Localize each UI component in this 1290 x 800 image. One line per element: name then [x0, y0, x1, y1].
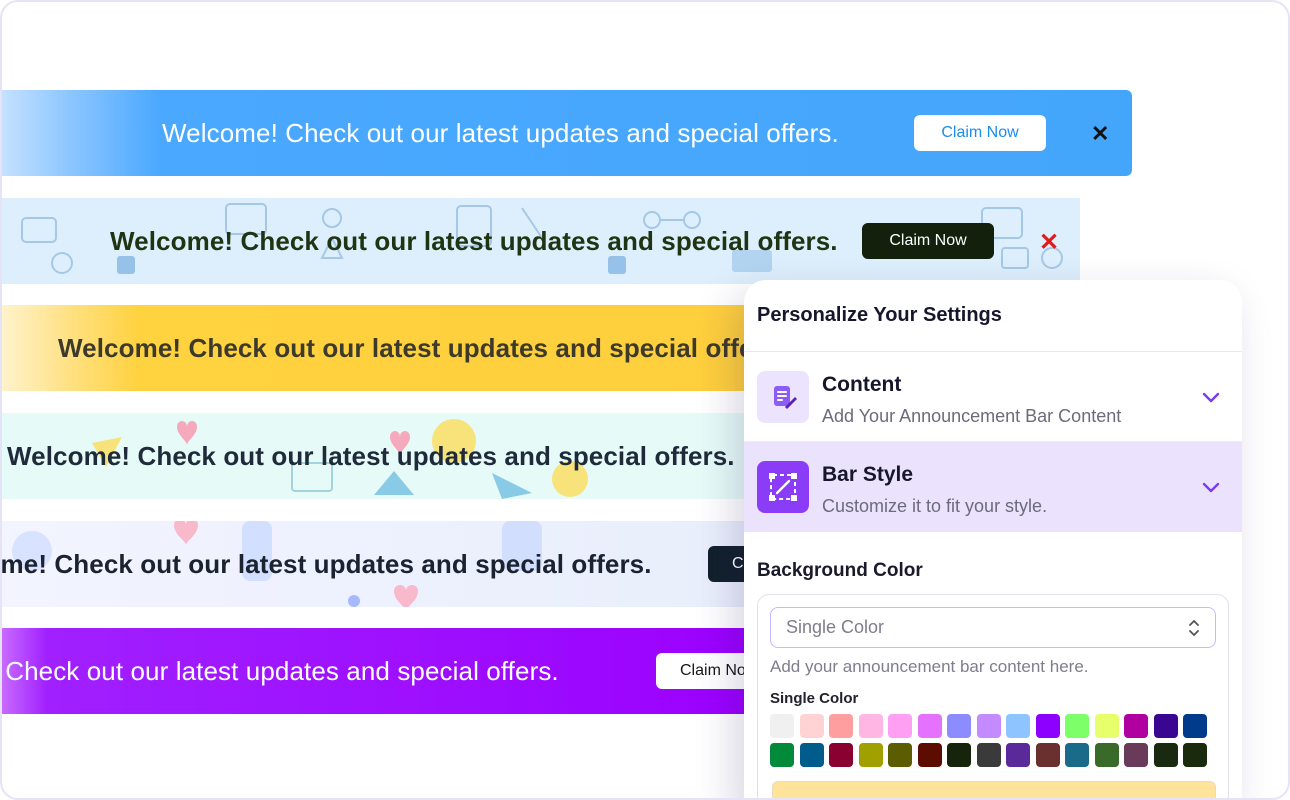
close-icon[interactable]: ✕ [1091, 121, 1109, 147]
color-swatch[interactable] [1183, 714, 1207, 738]
color-swatch[interactable] [917, 714, 942, 738]
section-title: Bar Style [822, 463, 914, 486]
bar-message: come! Check out our latest updates and s… [2, 548, 652, 579]
announcement-bar-blue: Welcome! Check out our latest updates an… [2, 90, 1132, 176]
chevron-down-icon[interactable] [1200, 386, 1222, 408]
section-subtitle: Customize it to fit your style. [822, 496, 1048, 516]
color-swatch[interactable] [1094, 714, 1119, 738]
color-swatch[interactable] [770, 743, 794, 767]
background-color-heading: Background Color [757, 560, 923, 581]
announcement-bar-yellow: Welcome! Check out our latest updates an… [2, 305, 762, 391]
banner-showcase: Welcome! Check out our latest updates an… [0, 0, 1290, 800]
background-type-select[interactable]: Single Color [770, 607, 1216, 648]
color-swatch[interactable] [917, 743, 942, 767]
claim-now-button[interactable]: Claim Now [862, 223, 994, 259]
color-swatch[interactable] [947, 743, 971, 767]
color-swatch[interactable] [1124, 714, 1148, 738]
color-swatch[interactable] [799, 714, 824, 738]
color-swatch[interactable] [976, 714, 1001, 738]
section-bar-style[interactable]: Bar Style Customize it to fit your style… [744, 442, 1242, 532]
color-swatch[interactable] [1153, 714, 1178, 738]
announcement-bar-social-pattern: come! Check out our latest updates and s… [2, 521, 762, 607]
background-color-box: Single Color Add your announcement bar c… [757, 594, 1229, 798]
color-swatch[interactable] [1124, 743, 1148, 767]
swatch-label: Single Color [770, 690, 859, 707]
color-swatch[interactable] [888, 714, 912, 738]
document-edit-icon [757, 371, 809, 423]
settings-panel: Personalize Your Settings Content Add Yo… [744, 280, 1242, 798]
selected-color-preview [772, 781, 1216, 798]
panel-title: Personalize Your Settings [744, 280, 1242, 352]
color-swatch[interactable] [1065, 743, 1089, 767]
announcement-bar-pattern-light: Welcome! Check out our latest updates an… [2, 198, 1080, 284]
bar-message: Welcome! Check out our latest updates an… [162, 117, 839, 148]
color-swatch[interactable] [1006, 714, 1030, 738]
color-swatch[interactable] [829, 743, 853, 767]
color-swatch[interactable] [976, 743, 1001, 767]
color-swatch[interactable] [799, 743, 824, 767]
layout-design-icon [757, 461, 809, 513]
color-swatch[interactable] [1153, 743, 1178, 767]
color-swatch[interactable] [1183, 743, 1207, 767]
color-swatch[interactable] [770, 714, 794, 738]
section-title: Content [822, 373, 902, 396]
updown-arrow-icon [1189, 619, 1199, 637]
announcement-bar-emoji-pattern: Welcome! Check out our latest updates an… [2, 413, 762, 499]
color-swatch[interactable] [1035, 714, 1060, 738]
select-value: Single Color [786, 617, 885, 637]
color-swatch[interactable] [947, 714, 971, 738]
color-swatch[interactable] [858, 714, 883, 738]
color-swatch[interactable] [888, 743, 912, 767]
color-swatch[interactable] [1006, 743, 1030, 767]
hint-text: Add your announcement bar content here. [770, 657, 1089, 676]
color-swatch[interactable] [829, 714, 853, 738]
color-swatch[interactable] [858, 743, 883, 767]
announcement-bar-purple: e! Check out our latest updates and spec… [2, 628, 762, 714]
bar-message: Welcome! Check out our latest updates an… [110, 225, 838, 256]
claim-now-button[interactable]: Claim Now [914, 115, 1046, 151]
section-content[interactable]: Content Add Your Announcement Bar Conten… [744, 352, 1242, 442]
color-swatch[interactable] [1065, 714, 1089, 738]
bar-message: Welcome! Check out our latest updates an… [7, 440, 735, 471]
color-swatch[interactable] [1035, 743, 1060, 767]
section-subtitle: Add Your Announcement Bar Content [822, 406, 1122, 426]
bar-message: Welcome! Check out our latest updates an… [58, 332, 762, 363]
close-icon[interactable]: ✕ [1039, 228, 1059, 257]
chevron-down-icon[interactable] [1200, 476, 1222, 498]
color-swatch[interactable] [1094, 743, 1119, 767]
bar-message: e! Check out our latest updates and spec… [2, 655, 559, 686]
